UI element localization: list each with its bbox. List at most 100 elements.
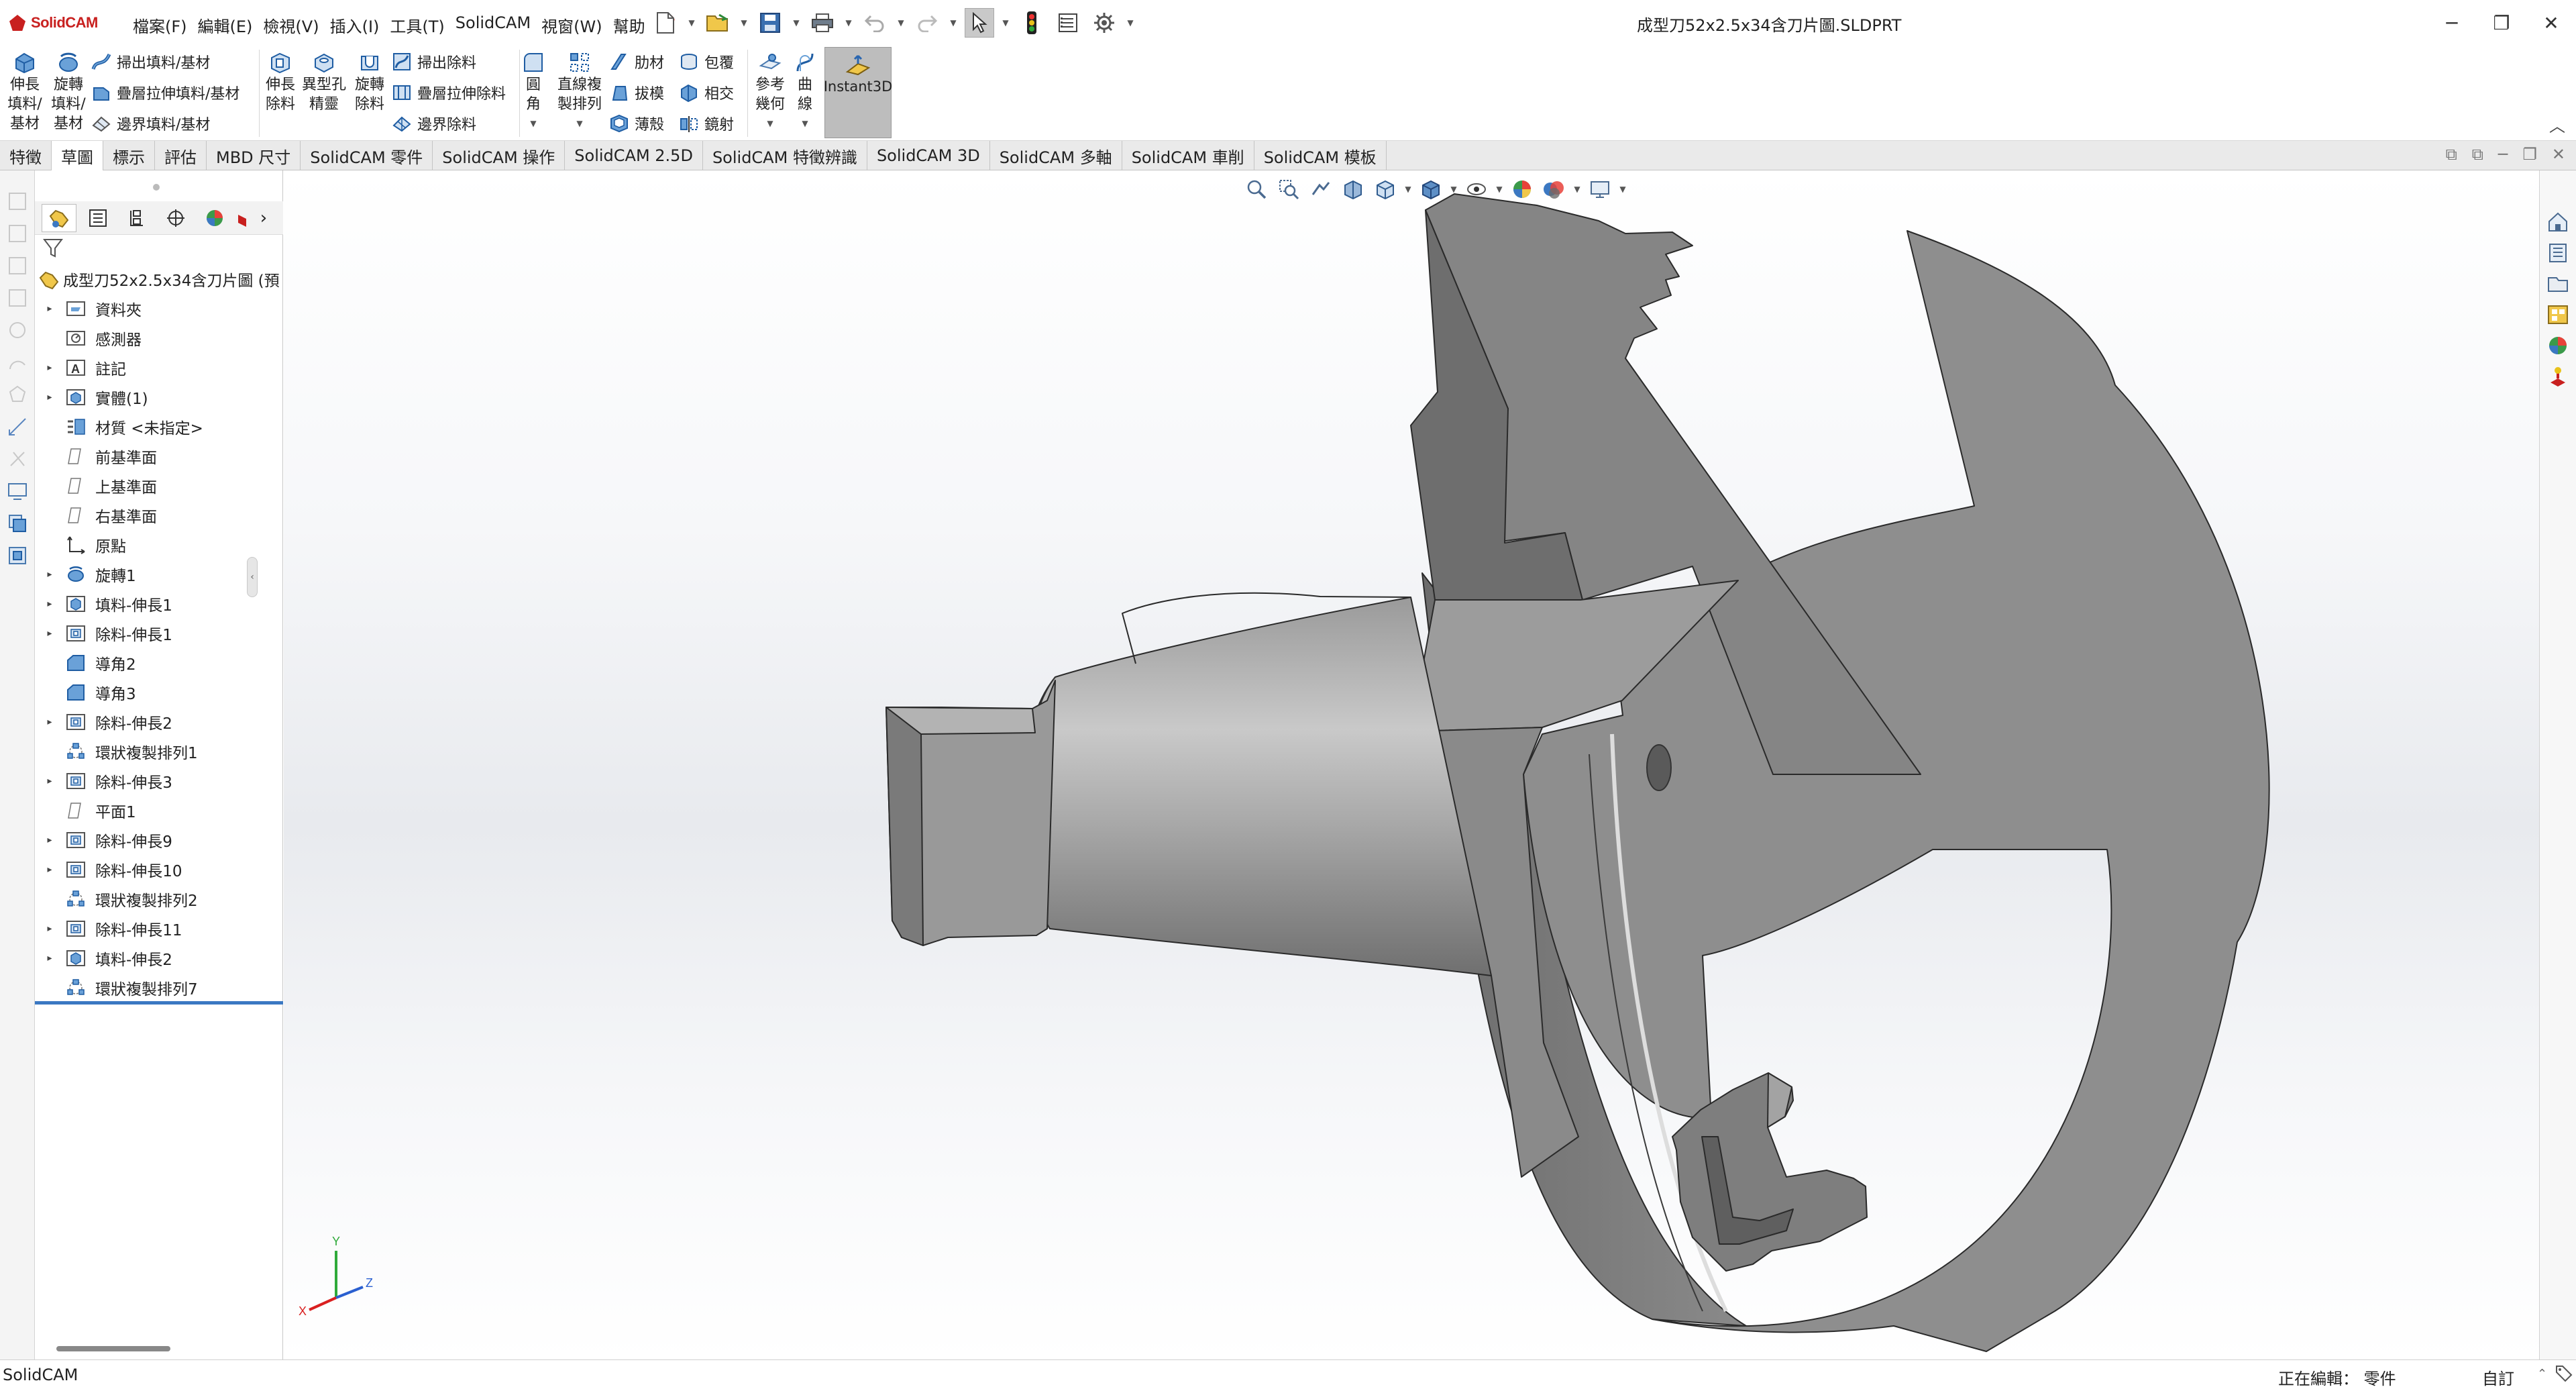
expand-arrow-icon[interactable]: ▸ — [44, 599, 55, 609]
tree-node[interactable]: ▸ 除料-伸長9 — [35, 825, 283, 855]
tab-evaluate[interactable]: 評估 — [155, 141, 207, 170]
expand-arrow-icon[interactable]: ▸ — [44, 776, 55, 786]
expand-arrow-icon[interactable]: ▸ — [44, 717, 55, 727]
design-library-icon[interactable] — [2546, 242, 2569, 264]
reference-geometry-button[interactable]: 參考 幾何 ▼ — [751, 51, 789, 134]
configuration-manager-tab[interactable] — [119, 204, 154, 232]
tree-node[interactable]: 導角2 — [35, 648, 283, 678]
display-manager-tab[interactable] — [197, 204, 232, 232]
tab-solidcam-part[interactable]: SolidCAM 零件 — [301, 141, 433, 170]
curves-dropdown[interactable]: ▼ — [802, 114, 808, 134]
menu-file[interactable]: 檔案(F) — [127, 11, 193, 40]
dimxpert-manager-tab[interactable] — [158, 204, 193, 232]
solidcam-task-icon[interactable] — [2546, 365, 2569, 388]
revolve-boss-button[interactable]: 旋轉 填料/ 基材 — [48, 51, 89, 134]
tree-node[interactable]: 環狀複製排列2 — [35, 884, 283, 914]
open-file-icon[interactable] — [703, 8, 733, 38]
rollback-bar[interactable] — [35, 1001, 283, 1005]
boundary-boss-button[interactable]: 邊界填料/基材 — [91, 109, 210, 138]
tree-node[interactable]: 感測器 — [35, 323, 283, 353]
tree-node[interactable]: ▸ 旋轉1 — [35, 560, 283, 589]
solidworks-resources-icon[interactable] — [2546, 211, 2569, 234]
appearances-scenes-icon[interactable] — [2546, 334, 2569, 357]
intersect-button[interactable]: 相交 — [679, 78, 734, 107]
undo-dropdown[interactable]: ▼ — [896, 8, 906, 38]
solidcam-logo[interactable]: SolidCAM — [9, 12, 98, 34]
redo-dropdown[interactable]: ▼ — [949, 8, 958, 38]
trim-tool-icon[interactable] — [7, 448, 28, 470]
view-palette-icon[interactable] — [2546, 303, 2569, 326]
undo-icon[interactable] — [860, 8, 890, 38]
tree-filter-icon[interactable] — [42, 238, 64, 262]
tab-sketch[interactable]: 草圖 — [52, 141, 103, 170]
tree-node[interactable]: ▸ 資料夾 — [35, 294, 283, 323]
rectangle-tool-icon[interactable] — [7, 287, 28, 309]
extrude-boss-button[interactable]: 伸長 填料/ 基材 — [4, 51, 46, 134]
revolve-cut-button[interactable]: 旋轉 除料 — [350, 51, 389, 114]
linear-pattern-dropdown[interactable]: ▼ — [576, 114, 582, 134]
tree-node[interactable]: 環狀複製排列7 — [35, 973, 283, 1002]
menu-insert[interactable]: 插入(I) — [325, 11, 385, 40]
rib-button[interactable]: 肋材 — [609, 47, 664, 76]
circle-tool-icon[interactable] — [7, 319, 28, 341]
arc-tool-icon[interactable] — [7, 352, 28, 373]
lofted-boss-button[interactable]: 疊層拉伸填料/基材 — [91, 78, 239, 107]
property-manager-tab[interactable] — [80, 204, 115, 232]
tab-solidcam-operations[interactable]: SolidCAM 操作 — [433, 141, 566, 170]
tab-solidcam-templates[interactable]: SolidCAM 模板 — [1254, 141, 1387, 170]
tree-node[interactable]: 上基準面 — [35, 471, 283, 501]
tree-node[interactable]: 材質 <未指定> — [35, 412, 283, 442]
close-button[interactable]: ✕ — [2526, 0, 2576, 46]
ribbon-collapse-icon[interactable]: ︿ — [2549, 113, 2565, 136]
tile-horizontal-icon[interactable]: ⧉ — [2446, 145, 2457, 164]
polygon-tool-icon[interactable] — [7, 384, 28, 405]
minimize-button[interactable]: ─ — [2427, 0, 2477, 46]
expand-arrow-icon[interactable]: ▸ — [44, 569, 55, 580]
panel-collapse-handle[interactable]: ‹ — [247, 557, 258, 597]
panel-splitter-handle[interactable] — [153, 184, 160, 191]
rebuild-icon[interactable] — [1017, 8, 1046, 38]
file-explorer-icon[interactable] — [2546, 272, 2569, 295]
expand-arrow-icon[interactable]: ▸ — [44, 923, 55, 934]
fillet-dropdown[interactable]: ▼ — [530, 114, 536, 134]
menu-help[interactable]: 幫助 — [608, 11, 651, 40]
tag-icon[interactable] — [2555, 1364, 2573, 1387]
tab-solidcam-multiaxis[interactable]: SolidCAM 多軸 — [990, 141, 1122, 170]
menu-edit[interactable]: 編輯(E) — [193, 11, 258, 40]
tree-node[interactable]: ▸ 除料-伸長1 — [35, 619, 283, 648]
lofted-cut-button[interactable]: 疊層拉伸除料 — [392, 78, 506, 107]
tree-node[interactable]: ▸ 除料-伸長11 — [35, 914, 283, 943]
extrude-cut-button[interactable]: 伸長 除料 — [263, 51, 298, 114]
options-icon[interactable] — [1089, 8, 1119, 38]
doc-minimize-icon[interactable]: ─ — [2498, 145, 2508, 164]
tree-node[interactable]: 前基準面 — [35, 442, 283, 471]
tree-node[interactable]: ▸ 除料-伸長10 — [35, 855, 283, 884]
menu-view[interactable]: 檢視(V) — [258, 11, 324, 40]
file-properties-icon[interactable] — [1053, 8, 1083, 38]
print-icon[interactable] — [808, 8, 837, 38]
tab-features[interactable]: 特徵 — [0, 141, 52, 170]
tree-node[interactable]: 原點 — [35, 530, 283, 560]
save-dropdown[interactable]: ▼ — [792, 8, 801, 38]
menu-tools[interactable]: 工具(T) — [384, 11, 449, 40]
mirror-button[interactable]: 鏡射 — [679, 109, 734, 138]
tree-node[interactable]: ▸ 除料-伸長3 — [35, 766, 283, 796]
sketch-tool-icon[interactable] — [7, 191, 28, 212]
3d-part-model[interactable] — [284, 170, 2539, 1359]
tree-node[interactable]: 平面1 — [35, 796, 283, 825]
convert-entities-icon[interactable] — [7, 513, 28, 534]
menu-solidcam[interactable]: SolidCAM — [450, 11, 536, 40]
tree-node[interactable]: ▸ 填料-伸長2 — [35, 943, 283, 973]
print-dropdown[interactable]: ▼ — [844, 8, 853, 38]
redo-icon[interactable] — [912, 8, 942, 38]
tab-markup[interactable]: 標示 — [103, 141, 155, 170]
dimension-tool-icon[interactable] — [7, 223, 28, 244]
feature-tree-root[interactable]: 成型刀52x2.5x34含刀片圖 (預 — [38, 266, 283, 293]
smart-dimension-icon[interactable] — [7, 416, 28, 438]
reference-geometry-dropdown[interactable]: ▼ — [767, 114, 773, 134]
fillet-button[interactable]: 圓 角 ▼ — [523, 51, 543, 134]
feature-manager-tab[interactable] — [42, 203, 76, 232]
doc-restore-icon[interactable]: ❐ — [2522, 145, 2537, 164]
save-icon[interactable] — [755, 8, 785, 38]
line-tool-icon[interactable] — [7, 255, 28, 276]
